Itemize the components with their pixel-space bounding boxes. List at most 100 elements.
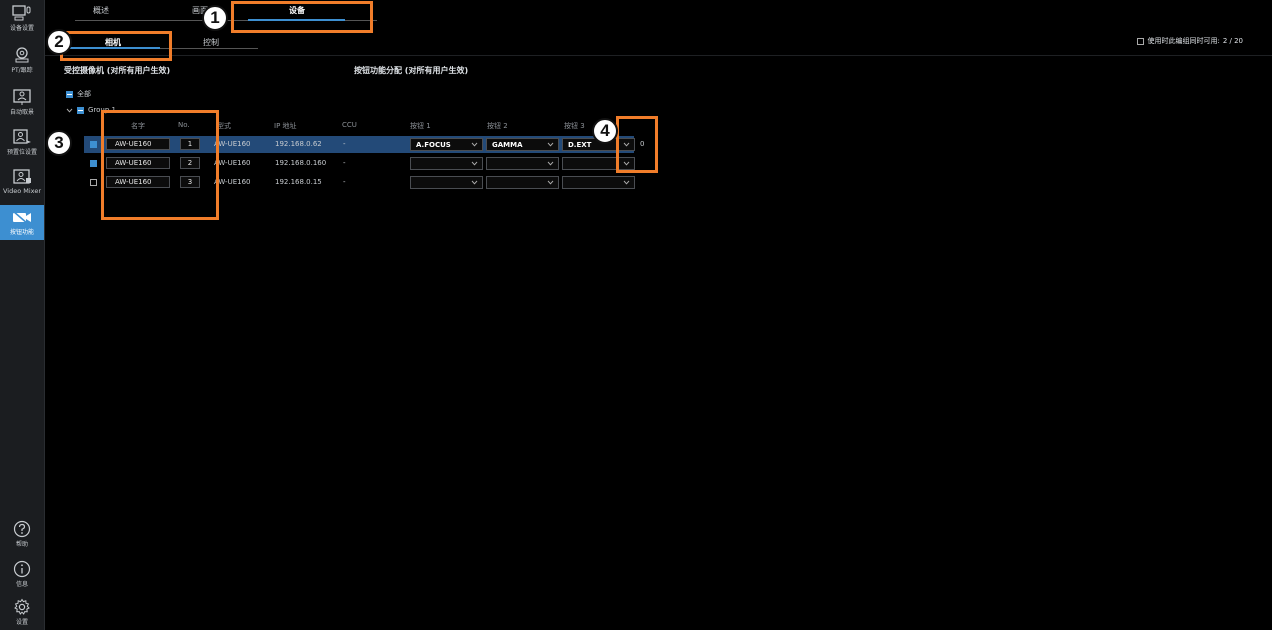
sidebar-item-label: 设备设置 [9, 25, 34, 32]
subtab-camera-underline [65, 47, 160, 49]
info-button[interactable]: 信息 [0, 560, 44, 588]
all-label: 全部 [77, 90, 91, 98]
main-content: 概述 画面 设备 相机 控制 使用时此编组同时可用: 2 / 20 受控摄像机 … [45, 0, 1272, 630]
sidebar-item-label: PT/跟踪 [11, 67, 33, 74]
group-label: Group 1 [88, 106, 116, 114]
help-label: 帮助 [15, 541, 28, 548]
sidebar-item-label: Video Mixer [2, 187, 41, 195]
row-extra-value: 0 [640, 140, 645, 148]
button3-select[interactable] [562, 157, 635, 170]
sidebar-item-label: 按钮功能 [9, 229, 34, 236]
tab-overview[interactable]: 概述 [93, 5, 109, 16]
status-label: 使用时此编组同时可用: [1147, 37, 1220, 45]
tab-device[interactable]: 设备 [289, 5, 305, 16]
row-checkbox[interactable] [90, 179, 97, 186]
camera-no-field[interactable]: 3 [180, 176, 200, 188]
all-checkbox[interactable] [66, 90, 73, 98]
header-btn1: 按钮 1 [410, 122, 431, 130]
camera-model: AW-UE160 [214, 178, 251, 186]
annotation-badge-2: 2 [46, 29, 72, 55]
table-row[interactable]: AW-UE160 3 AW-UE160 192.168.0.15 - [84, 174, 635, 191]
camera-model: AW-UE160 [214, 140, 251, 148]
camera-ip: 192.168.0.160 [275, 159, 327, 167]
chevron-down-icon[interactable] [66, 107, 73, 114]
header-btn2: 按钮 2 [487, 122, 508, 130]
settings-icon [14, 598, 30, 615]
simultaneous-status: 使用时此编组同时可用: 2 / 20 [1137, 36, 1243, 46]
sidebar-item-pt-tracking[interactable]: PT/跟踪 [0, 46, 44, 84]
header-model: 型式 [217, 122, 231, 130]
header-no: No. [178, 121, 190, 129]
help-icon [13, 520, 31, 538]
camera-model: AW-UE160 [214, 159, 251, 167]
button-assign-title: 按钮功能分配 (对所有用户生效) [354, 66, 469, 75]
camera-name-field[interactable]: AW-UE160 [106, 176, 170, 188]
chevron-down-icon [471, 161, 478, 166]
tree-all[interactable]: 全部 [66, 89, 91, 99]
sidebar: 设备设置 PT/跟踪 自动取景 预置位设置 Video Mixer 按钮功能 帮… [0, 0, 45, 630]
sidebar-item-camera-control[interactable]: 按钮功能 [0, 205, 44, 240]
controlled-camera-title: 受控摄像机 (对所有用户生效) [64, 66, 171, 75]
header-btn3: 按钮 3 [564, 122, 585, 130]
chevron-down-icon [623, 142, 630, 147]
camera-name-field[interactable]: AW-UE160 [106, 157, 170, 169]
row-checkbox[interactable] [90, 160, 97, 167]
annotation-badge-1: 1 [202, 5, 228, 31]
annotation-badge-3: 3 [46, 130, 72, 156]
preset-icon [13, 129, 31, 144]
settings-label: 设置 [15, 619, 28, 626]
sidebar-item-device-setting[interactable]: 设备设置 [0, 4, 44, 42]
header-ip: IP 地址 [274, 122, 297, 130]
tab-device-underline [248, 19, 345, 21]
camera-ccu: - [343, 140, 346, 148]
camera-ip: 192.168.0.62 [275, 140, 322, 148]
chevron-down-icon [623, 161, 630, 166]
row-checkbox[interactable] [90, 141, 97, 148]
chevron-down-icon [547, 161, 554, 166]
sidebar-item-video-mixer[interactable]: Video Mixer [0, 168, 44, 206]
header-ccu: CCU [342, 121, 357, 129]
table-row[interactable]: AW-UE160 2 AW-UE160 192.168.0.160 - [84, 155, 635, 172]
button2-select[interactable] [486, 176, 559, 189]
simultaneous-checkbox[interactable] [1137, 37, 1145, 45]
chevron-down-icon [471, 142, 478, 147]
sidebar-item-preset[interactable]: 预置位设置 [0, 128, 44, 166]
chevron-down-icon [623, 180, 630, 185]
info-label: 信息 [15, 581, 28, 588]
header-name: 名字 [131, 122, 145, 130]
camera-no-field[interactable]: 2 [180, 157, 200, 169]
button2-value: GAMMA [492, 140, 523, 149]
button2-select[interactable] [486, 157, 559, 170]
video-mixer-icon [13, 169, 31, 184]
chevron-down-icon [547, 142, 554, 147]
camera-ip: 192.168.0.15 [275, 178, 322, 186]
table-row[interactable]: AW-UE160 1 AW-UE160 192.168.0.62 - A.FOC… [84, 136, 644, 153]
settings-button[interactable]: 设置 [0, 598, 44, 626]
camera-ccu: - [343, 178, 346, 186]
annotation-badge-4: 4 [592, 118, 618, 144]
sidebar-item-label: 预置位设置 [6, 149, 37, 156]
tree-group[interactable]: Group 1 [66, 106, 116, 114]
group-checkbox[interactable] [77, 106, 84, 114]
button1-select[interactable] [410, 157, 483, 170]
camera-name-field[interactable]: AW-UE160 [106, 138, 170, 150]
chevron-down-icon [471, 180, 478, 185]
camera-control-icon [12, 210, 31, 225]
chevron-down-icon [547, 180, 554, 185]
button2-select[interactable]: GAMMA [486, 138, 559, 151]
auto-framing-icon [13, 89, 31, 105]
button1-select[interactable] [410, 176, 483, 189]
pt-tilt-icon [15, 47, 29, 63]
sidebar-item-auto-framing[interactable]: 自动取景 [0, 88, 44, 126]
button3-select[interactable] [562, 176, 635, 189]
button3-value: D.EXT [568, 140, 592, 149]
device-setting-icon [12, 5, 31, 21]
sidebar-item-label: 自动取景 [9, 109, 34, 116]
camera-ccu: - [343, 159, 346, 167]
header-separator [45, 55, 1272, 56]
camera-no-field[interactable]: 1 [180, 138, 200, 150]
status-value: 2 / 20 [1222, 37, 1243, 45]
subtab-control[interactable]: 控制 [203, 37, 219, 48]
help-button[interactable]: 帮助 [0, 520, 44, 548]
button1-select[interactable]: A.FOCUS [410, 138, 483, 151]
